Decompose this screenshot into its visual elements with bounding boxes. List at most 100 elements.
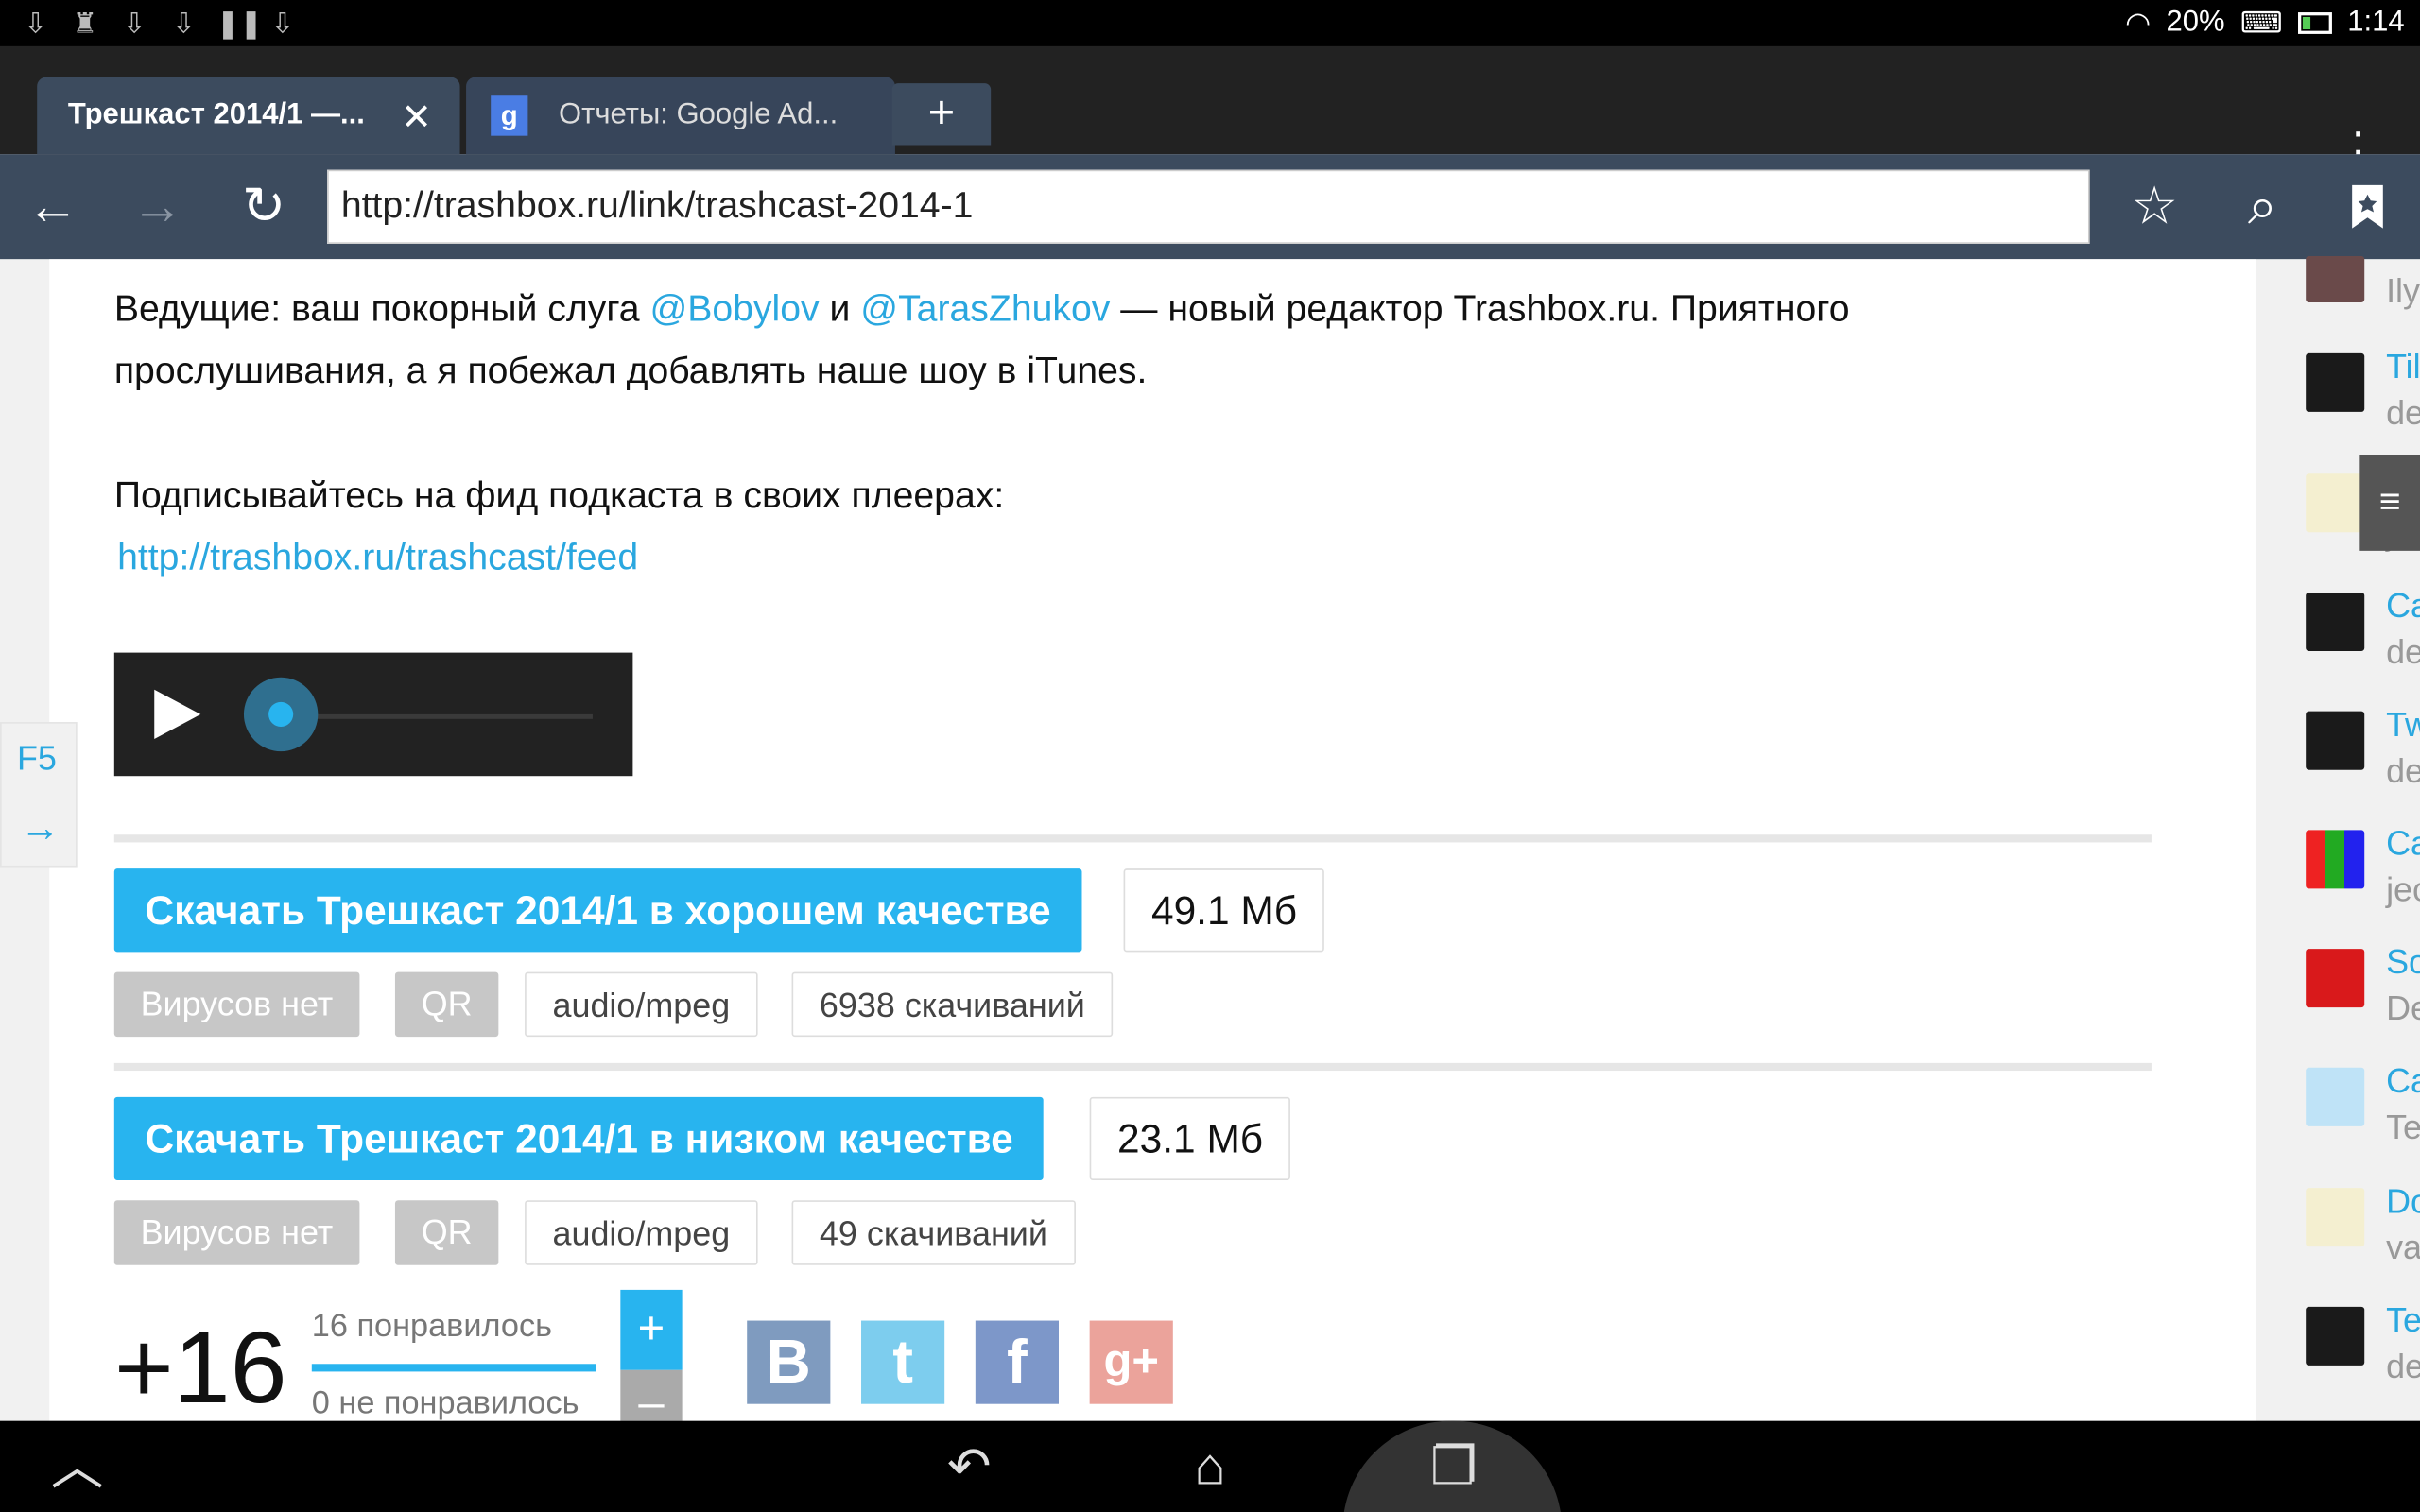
sidebar-user-sub: va bbox=[2386, 1228, 2420, 1267]
sidebar-user-sub: de bbox=[2386, 632, 2420, 672]
battery-icon bbox=[2298, 12, 2332, 34]
download-notification-icon: ⇩ bbox=[270, 8, 295, 39]
rating-score: +16 bbox=[113, 1310, 287, 1424]
mime-type-badge: audio/mpeg bbox=[525, 971, 758, 1038]
vk-icon[interactable]: B bbox=[747, 1320, 831, 1404]
sidebar-user-name: So bbox=[2386, 942, 2420, 982]
new-tab-button[interactable]: + bbox=[891, 83, 992, 146]
sidebar-user[interactable]: Ily bbox=[2306, 247, 2420, 339]
avatar bbox=[2306, 1188, 2365, 1247]
avatar bbox=[2306, 1067, 2365, 1126]
twitter-icon[interactable]: t bbox=[861, 1320, 945, 1404]
tab-title: Отчеты: Google Ad... bbox=[559, 98, 838, 131]
status-right: ◠ 20% ⌨ 1:14 bbox=[2125, 3, 2405, 43]
sidebar-user-name: Ca bbox=[2386, 1061, 2420, 1101]
refresh-f5-button[interactable]: F5 bbox=[17, 739, 57, 779]
back-nav-icon[interactable]: ↶ bbox=[935, 1434, 1003, 1502]
virus-check-badge[interactable]: Вирусов нет bbox=[113, 971, 359, 1038]
likes-bar bbox=[311, 1364, 596, 1372]
sidebar-user[interactable]: Ca Te bbox=[2306, 1061, 2420, 1160]
sidebar-user[interactable]: Ca de bbox=[2306, 586, 2420, 685]
system-nav-bar: ︿ ↶ ⌂ ❐ bbox=[0, 1420, 2420, 1512]
forward-icon[interactable]: → bbox=[117, 166, 198, 247]
sidebar-user-sub: De bbox=[2386, 988, 2420, 1028]
avatar bbox=[2306, 592, 2365, 651]
keyboard-icon: ⌨ bbox=[2239, 7, 2283, 40]
recent-apps-icon[interactable]: ❐ bbox=[1420, 1434, 1488, 1502]
chevron-up-icon[interactable]: ︿ bbox=[46, 1434, 108, 1502]
search-icon[interactable]: ⌕ bbox=[2222, 166, 2303, 247]
user-link-taraszhukov[interactable]: @TarasZhukov bbox=[860, 288, 1110, 330]
arrow-right-icon[interactable]: → bbox=[20, 804, 60, 852]
home-icon[interactable]: ⌂ bbox=[1176, 1434, 1244, 1502]
feed-link[interactable]: http://trashbox.ru/trashcast/feed bbox=[117, 527, 638, 589]
tab-google-ads[interactable]: g Отчеты: Google Ad... bbox=[466, 77, 895, 155]
downvote-button[interactable]: – bbox=[620, 1369, 683, 1421]
sidebar-user[interactable]: So De bbox=[2306, 943, 2420, 1041]
avatar bbox=[2306, 949, 2365, 1008]
hosts-label: Ведущие: ваш покорный слуга bbox=[113, 288, 650, 331]
close-tab-icon[interactable]: ✕ bbox=[401, 95, 432, 140]
download-low-quality-button[interactable]: Скачать Трешкаст 2014/1 в низком качеств… bbox=[113, 1096, 1045, 1180]
sidebar-menu-icon[interactable]: ≡ bbox=[2360, 455, 2420, 551]
notification-icons: ⇩ ♜ ⇩ ⇩ ❚❚ ⇩ bbox=[19, 7, 300, 41]
divider bbox=[113, 1062, 2152, 1072]
star-icon[interactable]: ☆ bbox=[2115, 166, 2195, 247]
conjunction-text: и bbox=[819, 288, 861, 331]
avatar bbox=[2306, 711, 2365, 770]
virus-check-badge[interactable]: Вирусов нет bbox=[113, 1200, 359, 1265]
address-bar[interactable]: http://trashbox.ru/link/trashcast-2014-1 bbox=[327, 169, 2090, 244]
sidebar-user-name: Do bbox=[2386, 1181, 2420, 1221]
sidebar-user-name: Tw bbox=[2386, 705, 2420, 744]
qr-button[interactable]: QR bbox=[394, 971, 499, 1038]
left-float-panel: F5 → bbox=[0, 722, 78, 868]
download-high-quality-button[interactable]: Скачать Трешкаст 2014/1 в хорошем качест… bbox=[113, 868, 1082, 953]
sidebar-user[interactable]: Te de bbox=[2306, 1300, 2420, 1400]
sidebar-user-sub: jec bbox=[2386, 869, 2420, 909]
avatar bbox=[2306, 1306, 2365, 1366]
avatar bbox=[2306, 256, 2365, 302]
pause-icon: ❚❚ bbox=[216, 8, 263, 39]
seek-track[interactable] bbox=[315, 713, 593, 719]
facebook-icon[interactable]: f bbox=[975, 1320, 1059, 1404]
tab-trashcast[interactable]: Трешкаст 2014/1 —... ✕ bbox=[37, 77, 460, 155]
download-notification-icon: ⇩ bbox=[24, 8, 47, 39]
sidebar-user-name: Ca bbox=[2386, 823, 2420, 863]
qr-button[interactable]: QR bbox=[394, 1200, 499, 1265]
article-line-1: Ведущие: ваш покорный слуга @Bobylov и @… bbox=[114, 280, 1850, 341]
sidebar-user-name: Ca bbox=[2386, 586, 2420, 626]
sidebar-user-sub: de bbox=[2386, 393, 2420, 433]
sidebar-user[interactable]: Ca jec bbox=[2306, 824, 2420, 922]
seek-handle[interactable] bbox=[243, 677, 319, 752]
sidebar-user-sub: Ily bbox=[2386, 271, 2420, 311]
editor-text: — новый редактор Trashbox.ru. Приятного bbox=[1110, 288, 1850, 331]
avatar bbox=[2306, 830, 2365, 889]
file-size-badge: 49.1 Мб bbox=[1123, 868, 1325, 953]
bookmarks-icon[interactable] bbox=[2327, 166, 2408, 247]
download-count-badge: 49 скачиваний bbox=[791, 1200, 1076, 1265]
file-size-badge: 23.1 Мб bbox=[1089, 1096, 1291, 1180]
sidebar-user[interactable]: Til de bbox=[2306, 347, 2420, 446]
download-count-badge: 6938 скачиваний bbox=[791, 971, 1114, 1038]
download-notification-icon: ⇩ bbox=[122, 8, 147, 39]
avatar bbox=[2306, 473, 2365, 533]
likes-count: 16 понравилось bbox=[311, 1308, 553, 1345]
play-icon[interactable] bbox=[151, 687, 204, 750]
sidebar-user-name: Til bbox=[2386, 347, 2420, 387]
tab-bar: Трешкаст 2014/1 —... ✕ g Отчеты: Google … bbox=[0, 45, 2420, 192]
browser-toolbar: ← → ↻ http://trashbox.ru/link/trashcast-… bbox=[0, 154, 2420, 260]
user-link-bobylov[interactable]: @Bobylov bbox=[649, 288, 819, 330]
reload-icon[interactable]: ↻ bbox=[224, 166, 304, 247]
subscribe-text: Подписывайтесь на фид подкаста в своих п… bbox=[113, 474, 1005, 517]
clock: 1:14 bbox=[2347, 6, 2405, 39]
tab-title: Трешкаст 2014/1 —... bbox=[67, 98, 365, 131]
googleplus-icon[interactable]: g+ bbox=[1089, 1320, 1173, 1404]
avatar bbox=[2306, 352, 2365, 412]
sidebar-user[interactable]: Tw de bbox=[2306, 705, 2420, 804]
upvote-button[interactable]: + bbox=[620, 1289, 683, 1370]
article-line-2: прослушивания, а я побежал добавлять наш… bbox=[113, 350, 1148, 392]
sidebar-user[interactable]: Do va bbox=[2306, 1182, 2420, 1280]
sidebar-user-sub: de bbox=[2386, 751, 2420, 790]
download-notification-icon: ⇩ bbox=[171, 8, 196, 39]
back-icon[interactable]: ← bbox=[12, 166, 93, 247]
